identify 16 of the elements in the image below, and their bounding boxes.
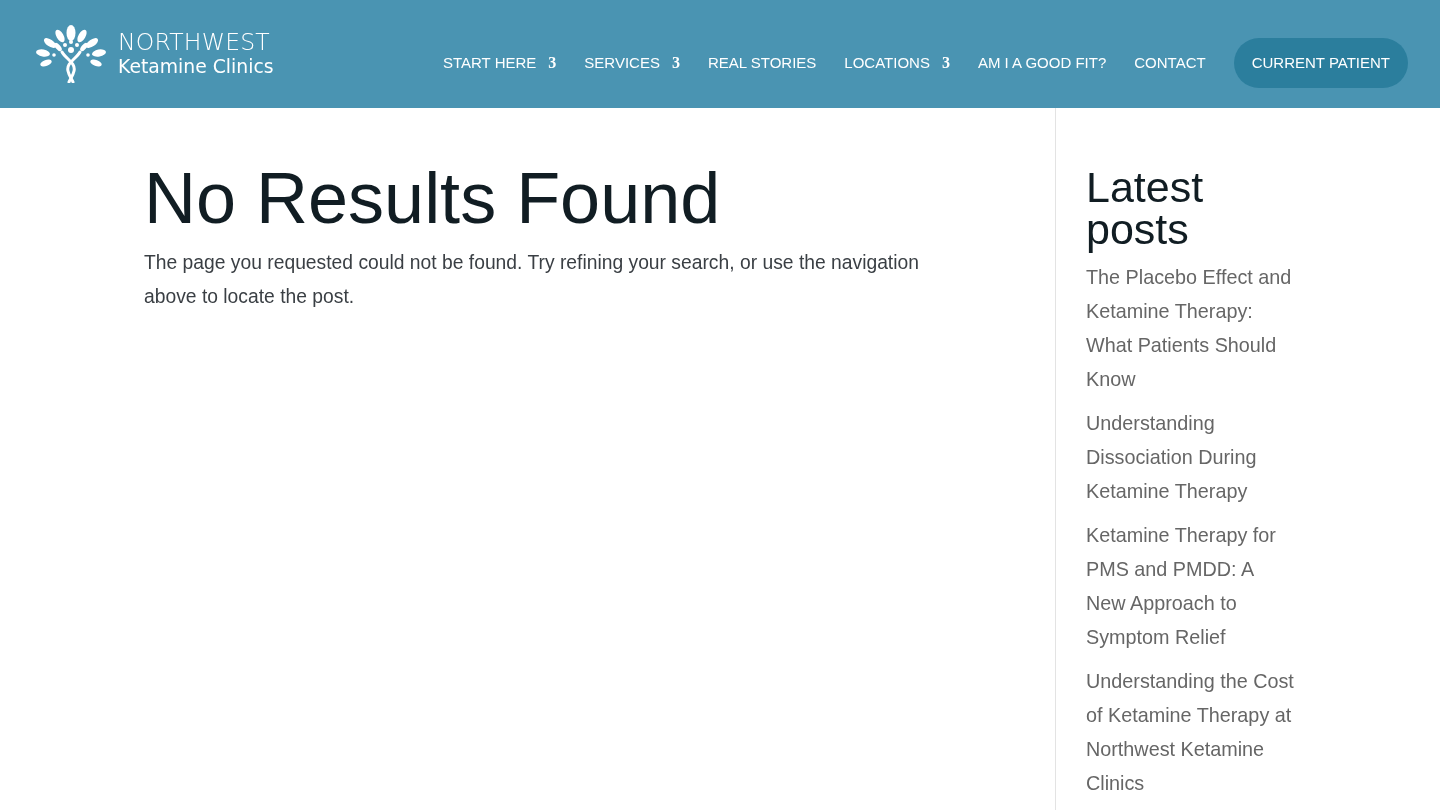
post-link[interactable]: Understanding the Cost of Ketamine Therapy at Northwest Ketamine Clinics bbox=[1086, 664, 1295, 800]
current-patient-button[interactable]: CURRENT PATIENT bbox=[1233, 38, 1408, 88]
tree-logo-icon bbox=[36, 25, 106, 83]
post-link[interactable]: Understanding Dissociation During Ketamine Therapy bbox=[1086, 406, 1295, 508]
nav-link[interactable]: START HERE 3 bbox=[443, 51, 557, 75]
nav-link[interactable]: LOCATIONS 3 bbox=[844, 51, 950, 75]
nav-link[interactable]: SERVICES 3 bbox=[584, 51, 680, 75]
nav-link[interactable]: REAL STORIES bbox=[707, 51, 817, 75]
message-text: The page you requested could not be found. Try refining your search, or use the navigation above to locate the post. bbox=[144, 251, 920, 310]
nav-link[interactable]: CONTACT bbox=[1134, 51, 1206, 75]
logo-subtitle: Ketamine Clinics bbox=[118, 57, 274, 77]
logo-title: NORTHWEST bbox=[118, 31, 271, 55]
post-link[interactable]: Ketamine Therapy for PMS and PMDD: A New Approach to Symptom Relief bbox=[1086, 518, 1295, 654]
nav-link[interactable]: AM I A GOOD FIT? bbox=[977, 51, 1107, 75]
page-title: No Results Found bbox=[144, 159, 722, 239]
post-link[interactable]: The Placebo Effect and Ketamine Therapy: What Patients Should Know bbox=[1086, 260, 1295, 396]
